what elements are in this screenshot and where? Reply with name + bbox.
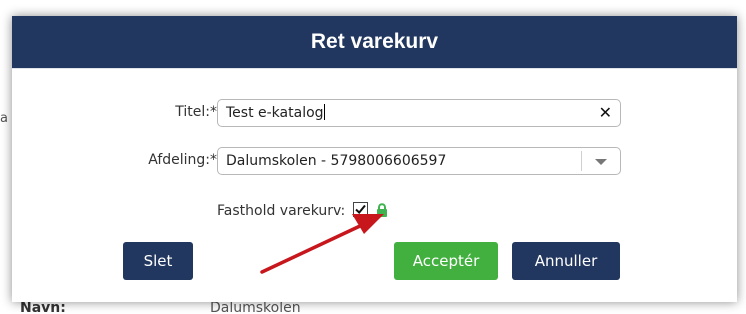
title-input-value: Test e-katalog [226, 105, 324, 121]
keep-basket-checkbox[interactable] [352, 202, 368, 217]
background-fragment: a [0, 111, 8, 126]
lock-icon [376, 203, 388, 221]
accept-button[interactable]: Acceptér [394, 242, 498, 280]
title-input[interactable]: Test e-katalog ✕ [217, 99, 621, 127]
select-divider [581, 151, 582, 171]
close-icon[interactable]: ✕ [599, 100, 612, 126]
keep-basket-row: Fasthold varekurv: [217, 202, 388, 221]
department-select[interactable]: Dalumskolen - 5798006606597 [217, 147, 621, 175]
checkmark-icon [355, 204, 366, 214]
department-select-value: Dalumskolen - 5798006606597 [226, 153, 447, 169]
edit-basket-dialog: Ret varekurv Titel:* Test e-katalog ✕ Af… [12, 16, 737, 302]
text-caret [323, 104, 325, 120]
department-label: Afdeling:* [148, 152, 217, 168]
chevron-down-icon[interactable] [595, 159, 607, 165]
background-name-value: Dalumskolen [210, 300, 301, 314]
delete-button[interactable]: Slet [123, 242, 193, 280]
page: a Navn: Dalumskolen Ret varekurv Titel:*… [0, 0, 746, 314]
background-name-label: Navn: [20, 300, 66, 314]
header-divider [12, 68, 737, 69]
title-label: Titel:* [175, 104, 217, 120]
cancel-button[interactable]: Annuller [512, 242, 620, 280]
keep-basket-label: Fasthold varekurv: [217, 203, 346, 219]
dialog-title: Ret varekurv [12, 16, 737, 68]
